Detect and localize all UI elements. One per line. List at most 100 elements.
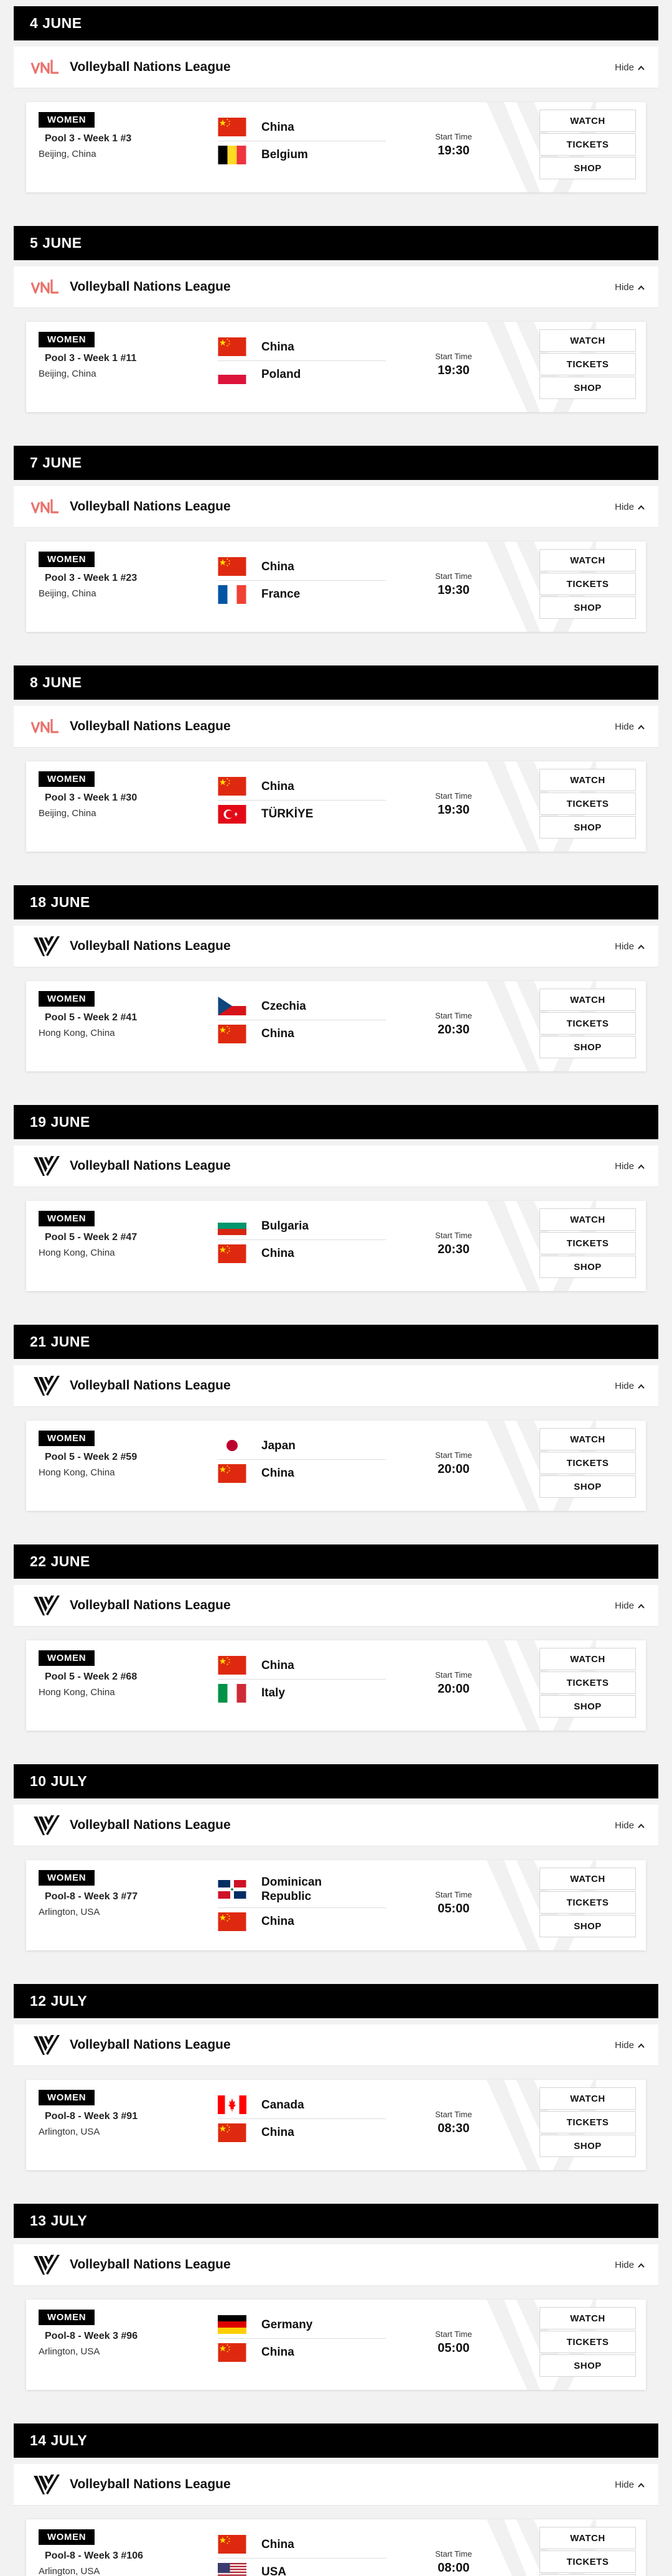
vnl-logo-icon [30, 275, 62, 299]
tickets-button[interactable]: TICKETS [539, 2331, 636, 2353]
watch-button[interactable]: WATCH [539, 1208, 636, 1231]
tickets-button[interactable]: TICKETS [539, 1891, 636, 1914]
tickets-button[interactable]: TICKETS [539, 1232, 636, 1254]
hide-button[interactable]: Hide [615, 2040, 645, 2051]
watch-button[interactable]: WATCH [539, 989, 636, 1011]
away-team[interactable]: Poland [218, 360, 386, 388]
match-card[interactable]: WOMEN Pool 3 - Week 1 #23 Beijing, China… [26, 542, 646, 632]
match-card[interactable]: WOMEN Pool 3 - Week 1 #11 Beijing, China… [26, 322, 646, 412]
hide-button[interactable]: Hide [615, 722, 645, 732]
home-team[interactable]: China [218, 1652, 386, 1679]
away-team[interactable]: France [218, 580, 386, 608]
shop-button[interactable]: SHOP [539, 377, 636, 399]
match-card[interactable]: WOMEN Pool 5 - Week 2 #47 Hong Kong, Chi… [26, 1201, 646, 1291]
home-team[interactable]: Germany [218, 2311, 386, 2338]
tickets-button[interactable]: TICKETS [539, 353, 636, 375]
shop-button[interactable]: SHOP [539, 1256, 636, 1278]
home-team[interactable]: Canada [218, 2091, 386, 2118]
away-team[interactable]: China [218, 2338, 386, 2366]
hide-button[interactable]: Hide [615, 502, 645, 512]
match-card[interactable]: WOMEN Pool 5 - Week 2 #68 Hong Kong, Chi… [26, 1640, 646, 1731]
home-team[interactable]: China [218, 2531, 386, 2558]
category-badge: WOMEN [39, 1431, 95, 1446]
v-logo-icon [30, 1593, 62, 1618]
away-team[interactable]: Italy [218, 1679, 386, 1706]
match-card[interactable]: WOMEN Pool-8 - Week 3 #106 Arlington, US… [26, 2519, 646, 2576]
tickets-button[interactable]: TICKETS [539, 2550, 636, 2573]
hide-button[interactable]: Hide [615, 2480, 645, 2490]
hide-label: Hide [615, 1600, 634, 1611]
watch-button[interactable]: WATCH [539, 2307, 636, 2329]
league-name: Volleyball Nations League [70, 1818, 231, 1832]
watch-button[interactable]: WATCH [539, 1648, 636, 1670]
home-team[interactable]: Bulgaria [218, 1212, 386, 1239]
away-team[interactable]: China [218, 1020, 386, 1047]
shop-button[interactable]: SHOP [539, 157, 636, 179]
match-card[interactable]: WOMEN Pool 5 - Week 2 #59 Hong Kong, Chi… [26, 1421, 646, 1511]
pool-info: Pool 3 - Week 1 #11 [45, 353, 137, 364]
match-card[interactable]: WOMEN Pool 3 - Week 1 #30 Beijing, China… [26, 761, 646, 852]
chevron-up-icon [638, 722, 645, 732]
start-time: 19:30 [437, 803, 470, 817]
watch-button[interactable]: WATCH [539, 329, 636, 352]
shop-button[interactable]: SHOP [539, 1036, 636, 1058]
shop-button[interactable]: SHOP [539, 1695, 636, 1718]
home-team[interactable]: China [218, 333, 386, 360]
watch-button[interactable]: WATCH [539, 1428, 636, 1450]
shop-button[interactable]: SHOP [539, 2354, 636, 2377]
away-team[interactable]: China [218, 2118, 386, 2146]
v-logo-icon [30, 2252, 62, 2277]
date-header: 22 JUNE [14, 1544, 658, 1579]
shop-button[interactable]: SHOP [539, 2135, 636, 2157]
home-team-name: Canada [261, 2098, 304, 2112]
tickets-button[interactable]: TICKETS [539, 1452, 636, 1474]
match-card[interactable]: WOMEN Pool 5 - Week 2 #41 Hong Kong, Chi… [26, 981, 646, 1071]
hide-button[interactable]: Hide [615, 62, 645, 73]
away-team[interactable]: China [218, 1907, 386, 1935]
shop-button[interactable]: SHOP [539, 1915, 636, 1937]
tickets-button[interactable]: TICKETS [539, 1012, 636, 1035]
watch-button[interactable]: WATCH [539, 110, 636, 132]
hide-button[interactable]: Hide [615, 1161, 645, 1172]
watch-button[interactable]: WATCH [539, 549, 636, 571]
away-team[interactable]: China [218, 1459, 386, 1487]
away-team[interactable]: China [218, 1239, 386, 1267]
home-team[interactable]: China [218, 773, 386, 800]
match-card[interactable]: WOMEN Pool-8 - Week 3 #77 Arlington, USA… [26, 1860, 646, 1950]
away-team[interactable]: USA [218, 2558, 386, 2576]
match-actions: WATCH TICKETS SHOP [539, 2087, 636, 2158]
home-team-name: Japan [261, 1439, 296, 1452]
tickets-button[interactable]: TICKETS [539, 133, 636, 156]
tickets-button[interactable]: TICKETS [539, 1671, 636, 1694]
shop-button[interactable]: SHOP [539, 1475, 636, 1498]
match-card[interactable]: WOMEN Pool 3 - Week 1 #3 Beijing, China … [26, 102, 646, 192]
home-team[interactable]: China [218, 553, 386, 580]
match-card[interactable]: WOMEN Pool-8 - Week 3 #96 Arlington, USA… [26, 2300, 646, 2390]
watch-button[interactable]: WATCH [539, 2087, 636, 2110]
category-badge: WOMEN [39, 1870, 95, 1886]
home-team[interactable]: Dominican Republic [218, 1871, 386, 1907]
hide-button[interactable]: Hide [615, 1381, 645, 1391]
tickets-button[interactable]: TICKETS [539, 2111, 636, 2133]
away-team[interactable]: Belgium [218, 141, 386, 168]
match-card[interactable]: WOMEN Pool-8 - Week 3 #91 Arlington, USA… [26, 2080, 646, 2170]
category-badge: WOMEN [39, 1650, 95, 1666]
watch-button[interactable]: WATCH [539, 2527, 636, 2549]
hide-button[interactable]: Hide [615, 941, 645, 952]
away-team[interactable]: TÜRKİYE [218, 800, 386, 827]
tickets-button[interactable]: TICKETS [539, 792, 636, 815]
shop-button[interactable]: SHOP [539, 596, 636, 619]
home-team[interactable]: Japan [218, 1432, 386, 1459]
home-team[interactable]: Czechia [218, 992, 386, 1020]
hide-button[interactable]: Hide [615, 1820, 645, 1831]
flag-china-icon [218, 2343, 246, 2362]
watch-button[interactable]: WATCH [539, 769, 636, 791]
chevron-up-icon [638, 1161, 645, 1172]
watch-button[interactable]: WATCH [539, 1868, 636, 1890]
hide-button[interactable]: Hide [615, 2260, 645, 2270]
hide-button[interactable]: Hide [615, 282, 645, 293]
home-team[interactable]: China [218, 113, 386, 141]
hide-button[interactable]: Hide [615, 1601, 645, 1611]
tickets-button[interactable]: TICKETS [539, 573, 636, 595]
shop-button[interactable]: SHOP [539, 816, 636, 839]
